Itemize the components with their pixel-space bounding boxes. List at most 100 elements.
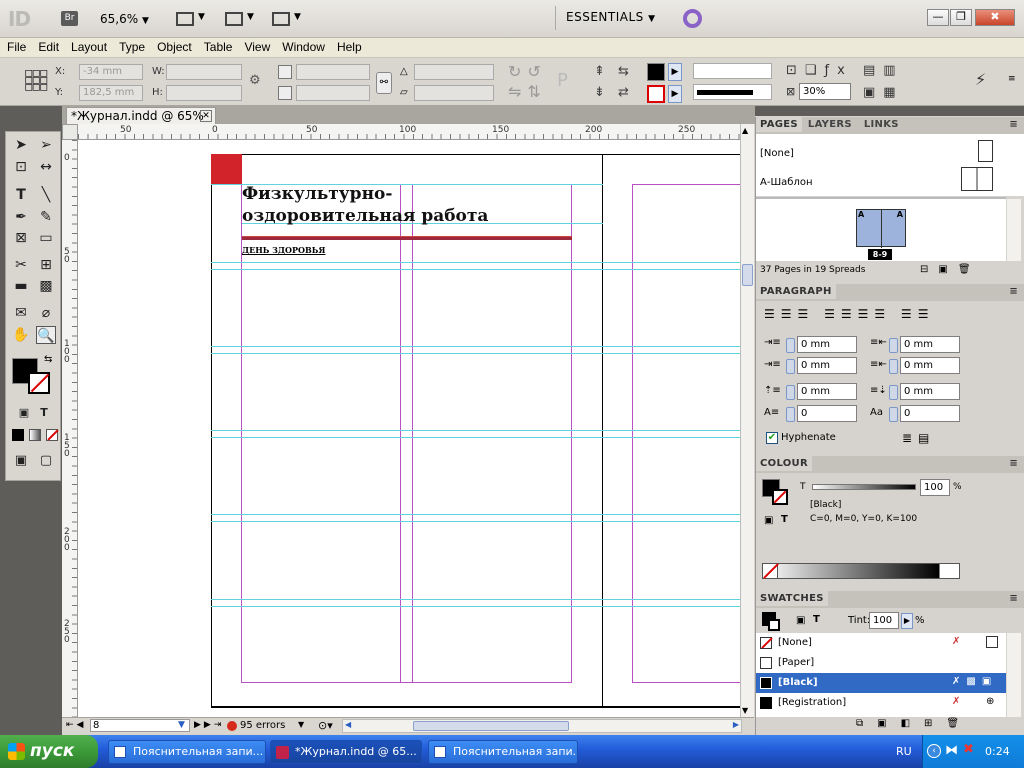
normal-view-icon[interactable]: ▣ <box>11 452 31 470</box>
gradient-feather-tool-icon[interactable]: ▩ <box>36 277 56 295</box>
page-subheading[interactable]: ДЕНЬ ЗДОРОВЬЯ <box>242 245 325 255</box>
gap-tool-icon[interactable]: ↔ <box>36 158 56 176</box>
panel-menu-icon[interactable]: ≡ <box>1009 593 1018 604</box>
horizontal-ruler[interactable]: 50 0 50 100 150 200 250 <box>78 124 740 140</box>
select-next-icon[interactable]: ⇄ <box>618 85 629 100</box>
rectangle-frame-tool-icon[interactable]: ⊠ <box>11 229 31 247</box>
left-indent-field[interactable]: 0 mm <box>797 336 857 353</box>
type-tool-icon[interactable]: T <box>11 186 31 204</box>
colour-tint-field[interactable]: 100 <box>920 479 950 496</box>
swatch-container-icon[interactable]: ▣ <box>796 615 805 626</box>
menu-file[interactable]: File <box>0 38 32 54</box>
tab-swatches[interactable]: SWATCHES <box>756 591 828 606</box>
first-line-indent-field[interactable]: 0 mm <box>797 357 857 374</box>
vertical-scrollbar[interactable]: ▲ ▼ <box>740 124 754 717</box>
workspace-switcher[interactable]: ESSENTIALS ▼ <box>566 10 656 24</box>
zoom-tool-icon[interactable]: 🔍 <box>36 326 56 344</box>
text-wrap-icons[interactable]: ▤▥ <box>863 63 904 78</box>
rectangle-tool-icon[interactable]: ▭ <box>36 229 56 247</box>
a-master-thumb[interactable] <box>961 167 993 191</box>
selection-tool-icon[interactable]: ➤ <box>11 136 31 154</box>
swatch-stroke-icon[interactable] <box>768 619 780 631</box>
scroll-left-icon[interactable]: ◀ <box>345 720 351 729</box>
spinner-icon[interactable] <box>786 338 795 353</box>
tools-collapse-strip[interactable] <box>0 106 62 116</box>
scroll-right-icon[interactable]: ▶ <box>733 720 739 729</box>
rotate-field[interactable] <box>414 64 494 80</box>
menu-help[interactable]: Help <box>331 38 368 54</box>
document-tab[interactable]: *Журнал.indd @ 65% ✕ <box>66 107 216 125</box>
stroke-type-field[interactable] <box>693 84 772 100</box>
vertical-scroll-thumb[interactable] <box>742 264 753 286</box>
swatch-text-icon[interactable]: T <box>813 614 820 625</box>
spread-thumbnail[interactable]: A A <box>856 209 906 248</box>
menu-edit[interactable]: Edit <box>32 38 65 54</box>
select-container-icon[interactable]: ⇞ <box>594 64 605 79</box>
swatch-row-paper[interactable]: [Paper] <box>756 653 1006 673</box>
colour-stroke-icon[interactable] <box>772 489 788 505</box>
panel-menu-icon[interactable]: ≡ <box>1009 286 1018 297</box>
spinner-icon[interactable] <box>889 407 898 422</box>
eyedropper-tool-icon[interactable]: ⌀ <box>36 304 56 322</box>
w-field[interactable] <box>166 64 242 80</box>
cs-live-icon[interactable] <box>683 9 702 28</box>
scale-x-field[interactable] <box>296 64 370 80</box>
text-icon[interactable]: T <box>781 514 788 525</box>
screen-mode-icon[interactable] <box>225 12 243 26</box>
horizontal-scroll-thumb[interactable] <box>413 721 569 731</box>
fitting-icons[interactable]: ▣▦ <box>863 85 904 100</box>
direct-selection-tool-icon[interactable]: ➢ <box>36 136 56 154</box>
baseline-grid-buttons[interactable]: ≣▤ <box>902 431 935 445</box>
swatches-scrollbar[interactable] <box>1007 633 1021 717</box>
stroke-color-icon[interactable] <box>28 372 50 394</box>
preview-mode-icon[interactable]: ▢ <box>36 452 56 470</box>
constrain-proportions-icon[interactable]: ⚙ <box>249 73 261 88</box>
tab-paragraph[interactable]: PARAGRAPH <box>756 284 836 299</box>
swatch-row-registration[interactable]: [Registration] <box>756 693 1006 713</box>
stroke-weight-field[interactable] <box>693 63 772 79</box>
zoom-dropdown[interactable]: 65,6% ▼ <box>100 12 149 26</box>
free-transform-tool-icon[interactable]: ⊞ <box>36 256 56 274</box>
red-accent-block[interactable] <box>211 154 242 184</box>
select-content-icon[interactable]: ⇟ <box>594 85 605 100</box>
tab-colour[interactable]: COLOUR <box>756 456 812 471</box>
flip-buttons-icon[interactable]: ⇋⇅ <box>508 82 547 101</box>
preflight-menu-icon[interactable]: ⊙▾ <box>318 719 333 732</box>
swatch-row-none[interactable]: [None] <box>756 633 1006 653</box>
spinner-icon[interactable] <box>786 359 795 374</box>
menu-view[interactable]: View <box>238 38 276 54</box>
swatch-tint-field[interactable]: 100 <box>869 612 899 629</box>
opacity-field[interactable]: 30% <box>799 83 851 100</box>
menu-type[interactable]: Type <box>113 38 151 54</box>
panel-menu-icon[interactable]: ≡ <box>1009 458 1018 469</box>
swap-colors-icon[interactable]: ⇆ <box>44 354 52 365</box>
tab-pages[interactable]: PAGES <box>756 117 802 132</box>
language-indicator[interactable]: RU <box>896 745 912 758</box>
apply-gradient-icon[interactable] <box>29 429 41 441</box>
next-page-icon[interactable]: ▶▶⇥ <box>194 720 224 730</box>
shear-field[interactable] <box>414 85 494 101</box>
container-icon[interactable]: ▣ <box>764 515 773 526</box>
drop-cap-lines-field[interactable]: 0 <box>797 405 857 422</box>
last-line-indent-field[interactable]: 0 mm <box>900 357 960 374</box>
panels-collapse-strip[interactable] <box>755 106 1024 116</box>
swatches-actions-icons[interactable]: ⧉▣◧⊞🗑 <box>856 718 973 729</box>
formatting-text-icon[interactable]: T <box>34 404 54 422</box>
pen-tool-icon[interactable]: ✒ <box>11 208 31 226</box>
page-dropdown-icon[interactable]: ▼ <box>178 720 185 730</box>
effects-icons[interactable]: ⊡❑ƒx <box>786 63 853 78</box>
preflight-errors[interactable]: 95 errors <box>240 720 285 731</box>
taskbar-word-doc-2[interactable]: Пояснительная запи... <box>428 740 578 764</box>
gradient-tool-icon[interactable]: ▬ <box>11 277 31 295</box>
colour-ramp[interactable] <box>762 563 960 579</box>
menu-object[interactable]: Object <box>151 38 198 54</box>
drop-cap-chars-field[interactable]: 0 <box>900 405 960 422</box>
ruler-origin[interactable] <box>62 124 78 140</box>
antivirus-icon[interactable]: ✖ <box>963 742 974 757</box>
x-field[interactable]: -34 mm <box>79 64 143 80</box>
tab-layers[interactable]: LAYERS <box>802 117 858 132</box>
close-tab-icon[interactable]: ✕ <box>200 110 212 122</box>
stroke-swatch[interactable] <box>647 85 665 103</box>
scissors-tool-icon[interactable]: ✂ <box>11 256 31 274</box>
panel-menu-icon[interactable]: ≡ <box>1009 119 1018 130</box>
